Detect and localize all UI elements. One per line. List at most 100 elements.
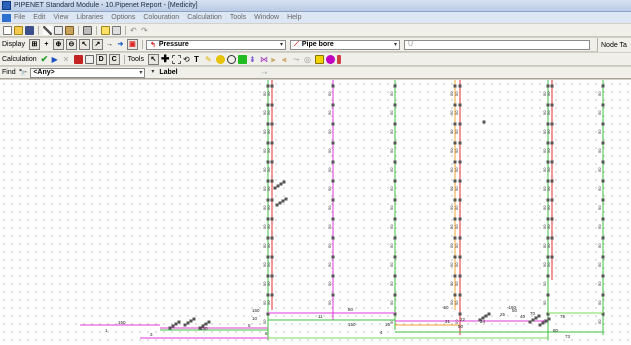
pipe-node[interactable] [270,293,274,297]
whats-this-icon[interactable] [112,25,121,35]
pipe-node[interactable] [266,236,270,240]
sprinkler-tool-icon[interactable] [314,54,324,64]
pipe-node[interactable] [453,198,457,202]
pipe-node[interactable] [601,255,605,259]
pipe-node[interactable] [550,236,554,240]
pipe-node[interactable] [276,184,280,188]
pipe-node[interactable] [546,293,550,297]
pipe-node[interactable] [453,84,457,88]
new-file-icon[interactable] [3,25,12,35]
pipe-node[interactable] [266,198,270,202]
report-icon[interactable] [84,54,94,64]
select-icon[interactable]: ↗ [91,39,103,50]
property-combo-pipe-bore[interactable]: ⟋ Pipe bore ▾ [289,39,400,50]
marker-tool-icon[interactable] [336,54,341,64]
pipe-node[interactable] [192,317,196,321]
pipe-node[interactable] [270,236,274,240]
pipe-node[interactable] [275,203,279,207]
pipe-node[interactable] [458,103,462,107]
tank-tool-icon[interactable] [237,54,247,64]
pipe-node[interactable] [601,198,605,202]
d-button[interactable]: D [95,53,107,65]
box-select-icon[interactable] [171,54,181,64]
pipe-node[interactable] [484,314,488,318]
pipe-node[interactable] [546,198,550,202]
valve-tool-icon[interactable]: ⋈ [260,55,269,64]
arrow-right-icon[interactable]: → [105,40,114,49]
text-tool-icon[interactable]: T [194,55,203,64]
pipe-node[interactable] [458,198,462,202]
pipe-node[interactable] [546,160,550,164]
pipe-node[interactable] [266,122,270,126]
add-node-icon[interactable]: ✚ [161,54,170,64]
pipe-node[interactable] [183,323,187,327]
pipe-node[interactable] [331,293,335,297]
pipe-node[interactable] [487,312,491,316]
document-icon[interactable] [2,13,11,22]
menu-libraries[interactable]: Libraries [76,14,103,21]
pipe-node[interactable] [458,293,462,297]
pipe-node[interactable] [453,293,457,297]
help-icon[interactable] [101,25,110,35]
filter-tool-icon[interactable]: ⫸ [271,55,280,64]
pipe-node[interactable] [331,217,335,221]
pipe-node[interactable] [393,84,397,88]
pipe-node[interactable] [393,141,397,145]
pipe-node[interactable] [393,274,397,278]
bend-tool-icon[interactable]: ⫷ [282,55,291,64]
curve-tool-icon[interactable]: ⤳ [293,55,302,64]
pipe-node[interactable] [546,274,550,278]
pipe-node[interactable] [168,326,172,330]
pipe-node[interactable] [331,255,335,259]
undo-icon[interactable]: ↶ [130,26,139,35]
pipe-node[interactable] [601,103,605,107]
pipe-node[interactable] [601,293,605,297]
pipe-node[interactable] [266,103,270,107]
pipe-node[interactable] [550,141,554,145]
pipe-node[interactable] [546,255,550,259]
pipe-node[interactable] [207,320,211,324]
pipe-node[interactable] [331,179,335,183]
chevron-down-icon[interactable]: ▾ [139,69,142,76]
pipe-node[interactable] [546,179,550,183]
pipe-node[interactable] [458,236,462,240]
pipe-node[interactable] [482,120,486,124]
pipe-node[interactable] [266,141,270,145]
node-table-tab[interactable]: Node Ta [597,38,631,52]
pipe-node[interactable] [186,321,190,325]
pipe-node[interactable] [270,84,274,88]
check-icon[interactable]: ✔ [41,54,50,64]
zoom-box-icon[interactable]: ⊕ [52,39,64,50]
pipe-node[interactable] [270,160,274,164]
pipe-node[interactable] [534,316,538,320]
find-combo[interactable]: <Any> ▾ [30,67,146,78]
pipe-node[interactable] [458,274,462,278]
pipe-node[interactable] [601,122,605,126]
highlight-icon[interactable]: ▣ [126,39,138,50]
pipe-node[interactable] [393,217,397,221]
menu-help[interactable]: Help [287,14,301,21]
pipe-node[interactable] [393,122,397,126]
pipe-node[interactable] [458,160,462,164]
pipe-node[interactable] [601,274,605,278]
pipe-node[interactable] [281,199,285,203]
pipe-node[interactable] [601,179,605,183]
pipe-node[interactable] [550,217,554,221]
pipe-node[interactable] [601,217,605,221]
pipe-node[interactable] [331,198,335,202]
save-icon[interactable] [25,25,34,35]
open-folder-icon[interactable] [14,25,23,35]
chevron-down-icon[interactable]: ▾ [394,41,397,48]
pipe-node[interactable] [601,236,605,240]
pipe-node[interactable] [393,198,397,202]
pipe-node[interactable] [458,84,462,88]
network-diagram[interactable]: 50 50 50 50 50 50 50 50 50 50 50 50 50 50 50 50 50 50 50 50… [0,80,631,345]
pipe-node[interactable] [270,274,274,278]
pipe-node[interactable] [453,236,457,240]
pipe-node[interactable] [544,319,548,323]
pipe-node[interactable] [453,103,457,107]
pipe-node[interactable] [458,217,462,221]
pipe-node[interactable] [393,179,397,183]
zoom-in-icon[interactable]: + [42,40,51,49]
pipe-node[interactable] [270,122,274,126]
